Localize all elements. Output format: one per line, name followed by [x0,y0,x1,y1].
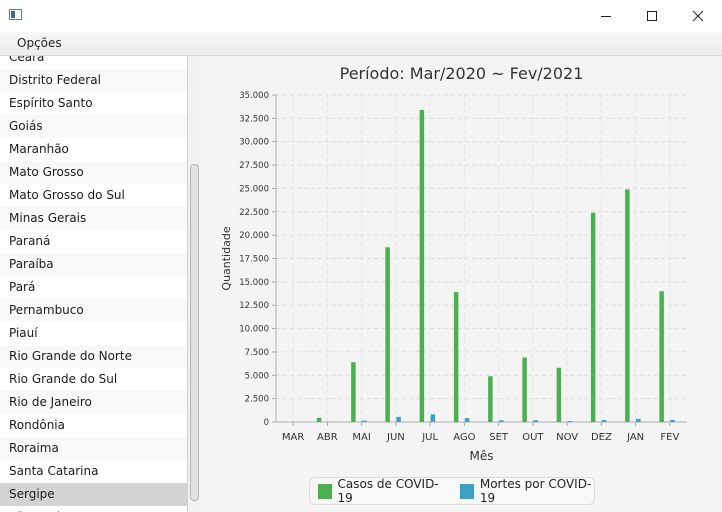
bar-cases [419,109,425,422]
chart-legend: Casos de COVID-19 Mortes por COVID-19 [309,477,595,505]
menu-bar: Opções [0,32,722,56]
x-tick-label: MAR [282,432,304,443]
maximize-button[interactable] [629,0,675,32]
state-list-item[interactable]: Rio Grande do Sul [0,368,187,391]
scrollbar-thumb[interactable] [190,164,199,501]
legend-label-deaths: Mortes por COVID-19 [479,477,592,505]
bar-deaths [430,414,436,422]
state-list-item[interactable]: Goiás [0,115,187,138]
state-list-item[interactable]: Rio de Janeiro [0,391,187,414]
chart-panel: Período: Mar/2020 ~ Fev/2021 0 2.500 5.000… [201,56,722,512]
x-tick-label: DEZ [591,432,612,443]
y-tick-label: 17.500 [239,255,269,265]
bar-deaths [362,420,367,422]
x-tick-label: FEV [660,432,679,443]
y-tick-label: 30.000 [239,138,269,148]
y-tick-label: 2.500 [245,395,269,405]
maximize-icon [647,11,657,21]
y-tick-label: 32.500 [239,114,269,124]
x-tick-label: JUN [386,432,405,443]
bar-cases [385,247,390,422]
legend-label-cases: Casos de COVID-19 [337,477,439,505]
bar-cases [316,417,322,422]
bar-cases [556,367,562,422]
app-icon [9,9,22,20]
y-tick-label: 7.500 [245,348,269,358]
legend-swatch-cases [318,483,332,499]
x-tick-label: OUT [522,432,544,443]
state-list-item[interactable]: Distrito Federal [0,69,187,92]
bar-deaths [533,420,538,422]
state-list-item[interactable]: Paraíba [0,253,187,276]
bar-cases [453,292,459,422]
bar-cases [625,189,630,422]
state-list-item[interactable]: Minas Gerais [0,207,187,230]
y-tick-label: 20.000 [239,231,269,241]
bar-deaths [670,419,675,422]
menu-options[interactable]: Opções [17,36,62,50]
state-list-item[interactable]: Mato Grosso do Sul [0,184,187,207]
sidebar-scrollbar[interactable] [187,56,201,512]
x-tick-label: AGO [453,432,475,443]
state-list-item[interactable]: Espírito Santo [0,92,187,115]
x-tick-label: SET [489,432,509,443]
legend-item-cases: Casos de COVID-19 [318,477,442,505]
minimize-icon [601,16,611,17]
state-list-item[interactable]: Maranhão [0,138,187,161]
close-icon [692,10,704,22]
y-tick-label: 25.000 [239,184,269,194]
title-bar [0,0,722,32]
y-tick-label: 35.000 [239,91,269,101]
state-list-item[interactable]: Pará [0,276,187,299]
bar-cases [351,362,356,422]
x-tick-label: JAN [626,432,644,443]
x-tick-label: JUL [421,432,438,443]
legend-swatch-deaths [460,483,474,499]
y-tick-label: 10.000 [239,325,269,335]
bar-cases [590,212,596,422]
y-tick-label: 0 [264,418,269,428]
state-list-item[interactable]: Santa Catarina [0,460,187,483]
state-list-item[interactable]: Rondônia [0,414,187,437]
y-tick-label: 12.500 [239,301,269,311]
bar-chart: 0 2.500 5.000 7.500 10.000 12.500 15.000 17.500… [220,91,687,463]
state-list-item[interactable]: Sergipe [0,483,187,506]
y-tick-label: 22.500 [239,208,269,218]
bar-deaths [567,420,573,422]
state-list-item[interactable]: São Paulo [0,506,187,512]
bar-deaths [464,418,470,422]
state-list[interactable]: Ceará Distrito Federal Espírito Santo Goiás… [0,56,187,512]
bar-deaths [601,420,607,422]
close-button[interactable] [675,0,721,32]
state-list-item[interactable]: Mato Grosso [0,161,187,184]
bar-deaths [396,416,401,422]
x-tick-label: NOV [556,432,578,443]
state-list-panel[interactable]: Ceará Distrito Federal Espírito Santo Goiás… [0,56,188,512]
legend-item-deaths: Mortes por COVID-19 [460,477,594,505]
x-tick-label: ABR [317,432,338,443]
state-list-item[interactable]: Paraná [0,230,187,253]
bar-cases [522,357,527,422]
x-axis-label: Mês [470,449,494,463]
bar-cases [488,376,493,422]
bar-cases [659,291,664,422]
bar-deaths [499,420,504,422]
bar-deaths [636,418,641,422]
state-list-item[interactable]: Roraima [0,437,187,460]
state-list-item[interactable]: Pernambuco [0,299,187,322]
minimize-button[interactable] [583,0,629,32]
state-list-item[interactable]: Rio Grande do Norte [0,345,187,368]
state-list-item[interactable]: Piauí [0,322,187,345]
y-tick-label: 5.000 [245,371,269,381]
state-list-item[interactable]: Ceará [0,56,187,69]
x-tick-label: MAI [352,432,370,443]
y-tick-label: 15.000 [239,278,269,288]
y-axis-label: Quantidade [220,226,233,290]
y-tick-label: 27.500 [239,161,269,171]
